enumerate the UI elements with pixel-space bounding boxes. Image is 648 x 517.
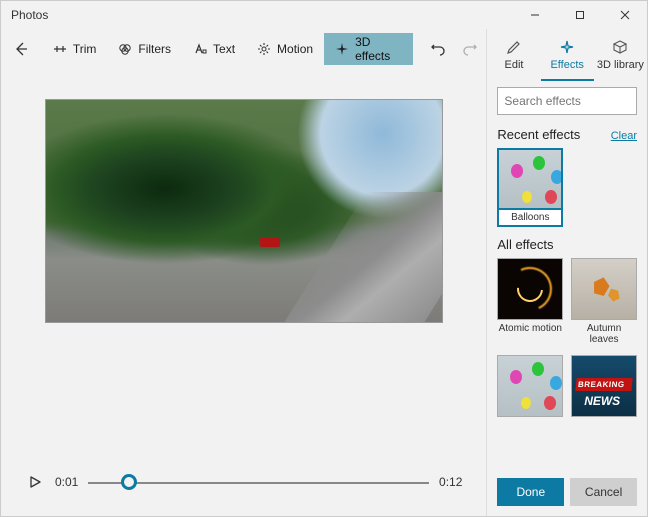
- filters-label: Filters: [138, 42, 171, 56]
- effect-label: [571, 417, 637, 422]
- app-title: Photos: [11, 8, 512, 22]
- effects-list[interactable]: Recent effects Clear Balloons All effect…: [487, 123, 647, 472]
- playback-controls: 0:01 0:12: [1, 454, 486, 516]
- done-button[interactable]: Done: [497, 478, 564, 506]
- close-button[interactable]: [602, 1, 647, 29]
- all-effects-heading: All effects: [497, 237, 553, 252]
- motion-label: Motion: [277, 42, 313, 56]
- pencil-icon: [505, 38, 523, 56]
- tab-3d-library[interactable]: 3D library: [594, 29, 647, 81]
- effects-icon: [558, 38, 576, 56]
- effect-thumbnail: [571, 258, 637, 320]
- effect-label: Balloons: [497, 209, 563, 227]
- trim-icon: [53, 42, 67, 56]
- effect-thumbnail: [497, 258, 563, 320]
- back-button[interactable]: [7, 33, 36, 65]
- seek-track[interactable]: [88, 472, 429, 492]
- trim-button[interactable]: Trim: [42, 33, 108, 65]
- search-input[interactable]: [504, 94, 647, 108]
- current-time: 0:01: [55, 475, 78, 489]
- effect-card[interactable]: [497, 355, 563, 422]
- effect-card[interactable]: Atomic motion: [497, 258, 563, 347]
- tab-edit[interactable]: Edit: [487, 29, 540, 81]
- clear-recent-link[interactable]: Clear: [611, 130, 637, 142]
- maximize-button[interactable]: [557, 1, 602, 29]
- effects-panel: Edit Effects 3D library: [486, 29, 647, 516]
- search-effects[interactable]: [497, 87, 637, 115]
- redo-button: [454, 33, 486, 65]
- tab-3d-library-label: 3D library: [597, 59, 644, 71]
- filters-icon: [118, 42, 132, 56]
- effect-card[interactable]: [571, 355, 637, 422]
- text-label: Text: [213, 42, 235, 56]
- effect-thumbnail: [571, 355, 637, 417]
- text-icon: [193, 42, 207, 56]
- seek-handle[interactable]: [121, 474, 137, 490]
- title-bar: Photos: [1, 1, 647, 29]
- motion-button[interactable]: Motion: [246, 33, 324, 65]
- effect-card[interactable]: Autumn leaves: [571, 258, 637, 347]
- recent-effects-heading: Recent effects: [497, 127, 580, 142]
- text-button[interactable]: Text: [182, 33, 246, 65]
- 3d-effects-label: 3D effects: [355, 35, 401, 63]
- effect-label: [497, 417, 563, 422]
- editor-pane: Trim Filters Text Motion: [1, 29, 486, 516]
- tab-effects-label: Effects: [550, 59, 583, 71]
- total-time: 0:12: [439, 475, 462, 489]
- 3d-effects-button[interactable]: 3D effects: [324, 33, 412, 65]
- minimize-button[interactable]: [512, 1, 557, 29]
- toolbar: Trim Filters Text Motion: [1, 29, 486, 69]
- panel-footer: Done Cancel: [487, 472, 647, 516]
- tab-edit-label: Edit: [505, 59, 524, 71]
- effect-label: Autumn leaves: [571, 320, 637, 347]
- filters-button[interactable]: Filters: [107, 33, 182, 65]
- play-button[interactable]: [25, 472, 45, 492]
- preview-area: [1, 69, 486, 454]
- effect-thumbnail: [497, 148, 563, 210]
- cube-icon: [611, 38, 629, 56]
- effect-card[interactable]: Balloons: [497, 148, 563, 227]
- cancel-button[interactable]: Cancel: [570, 478, 637, 506]
- trim-label: Trim: [73, 42, 97, 56]
- undo-button[interactable]: [422, 33, 454, 65]
- sparkle-icon: [335, 42, 349, 56]
- video-preview[interactable]: [45, 99, 443, 323]
- effect-thumbnail: [497, 355, 563, 417]
- tab-effects[interactable]: Effects: [541, 29, 594, 81]
- effect-label: Atomic motion: [497, 320, 563, 336]
- panel-tabs: Edit Effects 3D library: [487, 29, 647, 81]
- motion-icon: [257, 42, 271, 56]
